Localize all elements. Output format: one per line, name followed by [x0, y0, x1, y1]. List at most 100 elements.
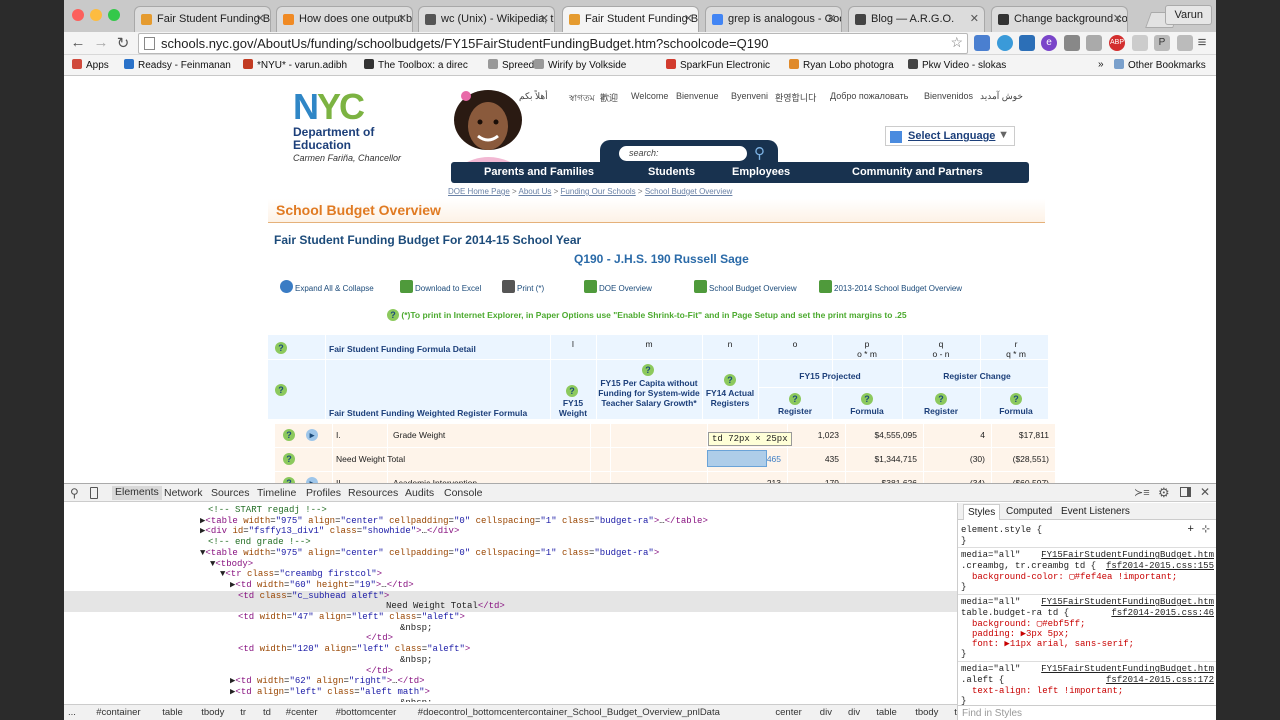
- dom-path-item[interactable]: tr: [240, 707, 246, 718]
- language-link[interactable]: Byenveni: [731, 91, 768, 101]
- help-icon[interactable]: ?: [935, 393, 947, 405]
- language-link[interactable]: Bienvenue: [676, 91, 719, 101]
- help-icon[interactable]: ?: [387, 309, 399, 321]
- menu-icon[interactable]: ≡: [1192, 34, 1212, 51]
- dom-node-line[interactable]: ▶<div id="fsffy13_div1" class="showhide"…: [200, 526, 459, 537]
- rule-file-link[interactable]: FY15FairStudentFundingBudget.htm: [1041, 597, 1214, 608]
- language-link[interactable]: 환영합니다: [775, 91, 816, 104]
- dom-node-line[interactable]: &nbsp;: [400, 623, 432, 634]
- dom-node-line[interactable]: <td width="47" align="left" class="aleft…: [238, 612, 465, 623]
- extension-icon[interactable]: P: [1154, 35, 1170, 51]
- close-devtools-icon[interactable]: ✕: [1200, 485, 1210, 499]
- toolbar-link[interactable]: Download to Excel: [400, 280, 481, 293]
- toolbar-link[interactable]: School Budget Overview: [694, 280, 797, 293]
- dom-path-item[interactable]: table: [876, 707, 897, 718]
- rule-file-link[interactable]: FY15FairStudentFundingBudget.htm: [1041, 664, 1214, 675]
- language-link[interactable]: خوش آمدید: [980, 91, 1023, 102]
- close-tab-icon[interactable]: ✕: [827, 12, 836, 25]
- nav-item[interactable]: Community and Partners: [852, 166, 983, 178]
- dom-node-line[interactable]: </td>: [366, 633, 393, 644]
- extension-icon[interactable]: e: [1041, 35, 1057, 51]
- expand-row-icon[interactable]: ?: [283, 453, 295, 465]
- nav-item[interactable]: Students: [648, 166, 695, 178]
- breadcrumb-link[interactable]: About Us: [519, 187, 552, 196]
- toolbar-link[interactable]: 2013-2014 School Budget Overview: [819, 280, 962, 293]
- dom-node-line[interactable]: ▶<td align="left" class="aleft math">: [230, 687, 430, 698]
- add-rule-icon[interactable]: +: [1187, 524, 1194, 536]
- bookmark-item[interactable]: The Toolbox: a direc: [364, 59, 468, 71]
- breadcrumb-link[interactable]: School Budget Overview: [645, 187, 733, 196]
- extension-icon[interactable]: [1019, 35, 1035, 51]
- rule-source-link[interactable]: fsf2014-2015.css:46: [1111, 608, 1214, 619]
- language-link[interactable]: Welcome: [631, 91, 668, 101]
- find-in-styles-input[interactable]: Find in Styles: [958, 705, 1216, 720]
- bookmark-item[interactable]: Pkw Video - slokas: [908, 59, 1006, 71]
- language-link[interactable]: Bienvenidos: [924, 91, 973, 101]
- search-input[interactable]: search:: [619, 146, 747, 161]
- dom-node-line[interactable]: Need Weight Total</td>: [64, 601, 957, 613]
- adblock-icon[interactable]: ABP: [1109, 35, 1125, 51]
- dom-node-line[interactable]: <td class="c_subhead aleft">: [64, 590, 957, 602]
- dom-node-line[interactable]: <!-- START regadj !-->: [208, 505, 327, 516]
- dom-path-item[interactable]: tbody: [201, 707, 224, 718]
- select-language-dropdown[interactable]: Select Language ▼: [885, 126, 1015, 146]
- extension-icon[interactable]: [1177, 35, 1193, 51]
- style-property[interactable]: background-color: ▢#fef4ea !important;: [972, 572, 1177, 583]
- rule-source-link[interactable]: fsf2014-2015.css:155: [1106, 561, 1214, 572]
- browser-tab[interactable]: Blog — A.R.G.O. ✕: [848, 6, 985, 32]
- dom-path-item[interactable]: ...: [68, 707, 76, 718]
- style-property[interactable]: font: ▶11px arial, sans-serif;: [972, 639, 1134, 650]
- maximize-window-icon[interactable]: [108, 9, 120, 21]
- cast-icon[interactable]: [1064, 35, 1080, 51]
- extension-icon[interactable]: [1132, 35, 1148, 51]
- forward-arrow-icon[interactable]: →: [91, 34, 111, 51]
- help-icon[interactable]: ?: [275, 342, 287, 354]
- dom-path-item[interactable]: #container: [96, 707, 140, 718]
- address-bar[interactable]: schools.nyc.gov/AboutUs/funding/schoolbu…: [138, 33, 968, 54]
- dom-path-item[interactable]: td: [263, 707, 271, 718]
- bookmarks-overflow-icon[interactable]: »: [1098, 59, 1104, 70]
- browser-tab[interactable]: Fair Student Funding Bu ✕: [562, 6, 699, 32]
- reload-icon[interactable]: ↻: [113, 34, 133, 52]
- close-tab-icon[interactable]: ✕: [398, 12, 407, 25]
- browser-tab[interactable]: Change background colo ✕: [991, 6, 1128, 32]
- settings-gear-icon[interactable]: ⚙: [1158, 485, 1170, 501]
- devtools-tab[interactable]: Network: [164, 487, 203, 499]
- devtools-tab[interactable]: Sources: [211, 487, 250, 499]
- dom-path-item[interactable]: #center: [286, 707, 318, 718]
- language-link[interactable]: Добро пожаловать: [830, 91, 908, 101]
- minimize-window-icon[interactable]: [90, 9, 102, 21]
- rule-source-link[interactable]: fsf2014-2015.css:172: [1106, 675, 1214, 686]
- devtools-tab[interactable]: Timeline: [257, 487, 296, 499]
- dom-path-item[interactable]: div: [848, 707, 860, 718]
- dom-node-line[interactable]: ▼<table width="975" align="center" cellp…: [200, 548, 659, 559]
- dom-node-line[interactable]: <!-- end grade !-->: [208, 537, 311, 548]
- dom-node-line[interactable]: ▶<td width="60" height="19">…</td>: [230, 580, 414, 591]
- styles-tab[interactable]: Computed: [1006, 506, 1052, 517]
- help-icon[interactable]: ?: [275, 384, 287, 396]
- dom-path-item[interactable]: div: [820, 707, 832, 718]
- dom-node-line[interactable]: <td width="120" align="left" class="alef…: [238, 644, 470, 655]
- language-link[interactable]: أهلاً بكم: [519, 91, 548, 102]
- close-tab-icon[interactable]: ✕: [256, 12, 265, 25]
- rule-file-link[interactable]: FY15FairStudentFundingBudget.htm: [1041, 550, 1214, 561]
- bookmark-item[interactable]: Ryan Lobo photogra: [789, 59, 894, 71]
- style-property[interactable]: text-align: left !important;: [972, 686, 1123, 697]
- dom-node-line[interactable]: ▼<tr class="creambg firstcol">: [220, 569, 382, 580]
- bookmark-item[interactable]: Readsy - Feinmanan: [124, 59, 231, 71]
- dom-path-item[interactable]: #doecontrol_bottomcentercontainer_School…: [418, 707, 720, 718]
- toolbar-link[interactable]: Expand All & Collapse: [280, 280, 374, 293]
- bookmark-item[interactable]: Spreed!: [488, 59, 537, 71]
- device-mode-icon[interactable]: [90, 487, 98, 499]
- nav-item[interactable]: Employees: [732, 166, 790, 178]
- browser-tab[interactable]: grep is analogous - Goo ✕: [705, 6, 842, 32]
- extension-icon[interactable]: [974, 35, 990, 51]
- dom-node-line[interactable]: ▼<tbody>: [210, 559, 253, 570]
- devtools-tab[interactable]: Console: [444, 487, 483, 499]
- back-arrow-icon[interactable]: ←: [68, 34, 88, 51]
- help-icon[interactable]: ?: [1010, 393, 1022, 405]
- dom-node-line[interactable]: ▶<td width="62" align="right">…</td>: [230, 676, 425, 687]
- elements-tree[interactable]: <!-- START regadj !--> ▶<table width="975…: [64, 503, 957, 702]
- nyc-doe-logo[interactable]: NYC: [293, 89, 394, 125]
- console-drawer-icon[interactable]: ≻≡: [1134, 486, 1150, 499]
